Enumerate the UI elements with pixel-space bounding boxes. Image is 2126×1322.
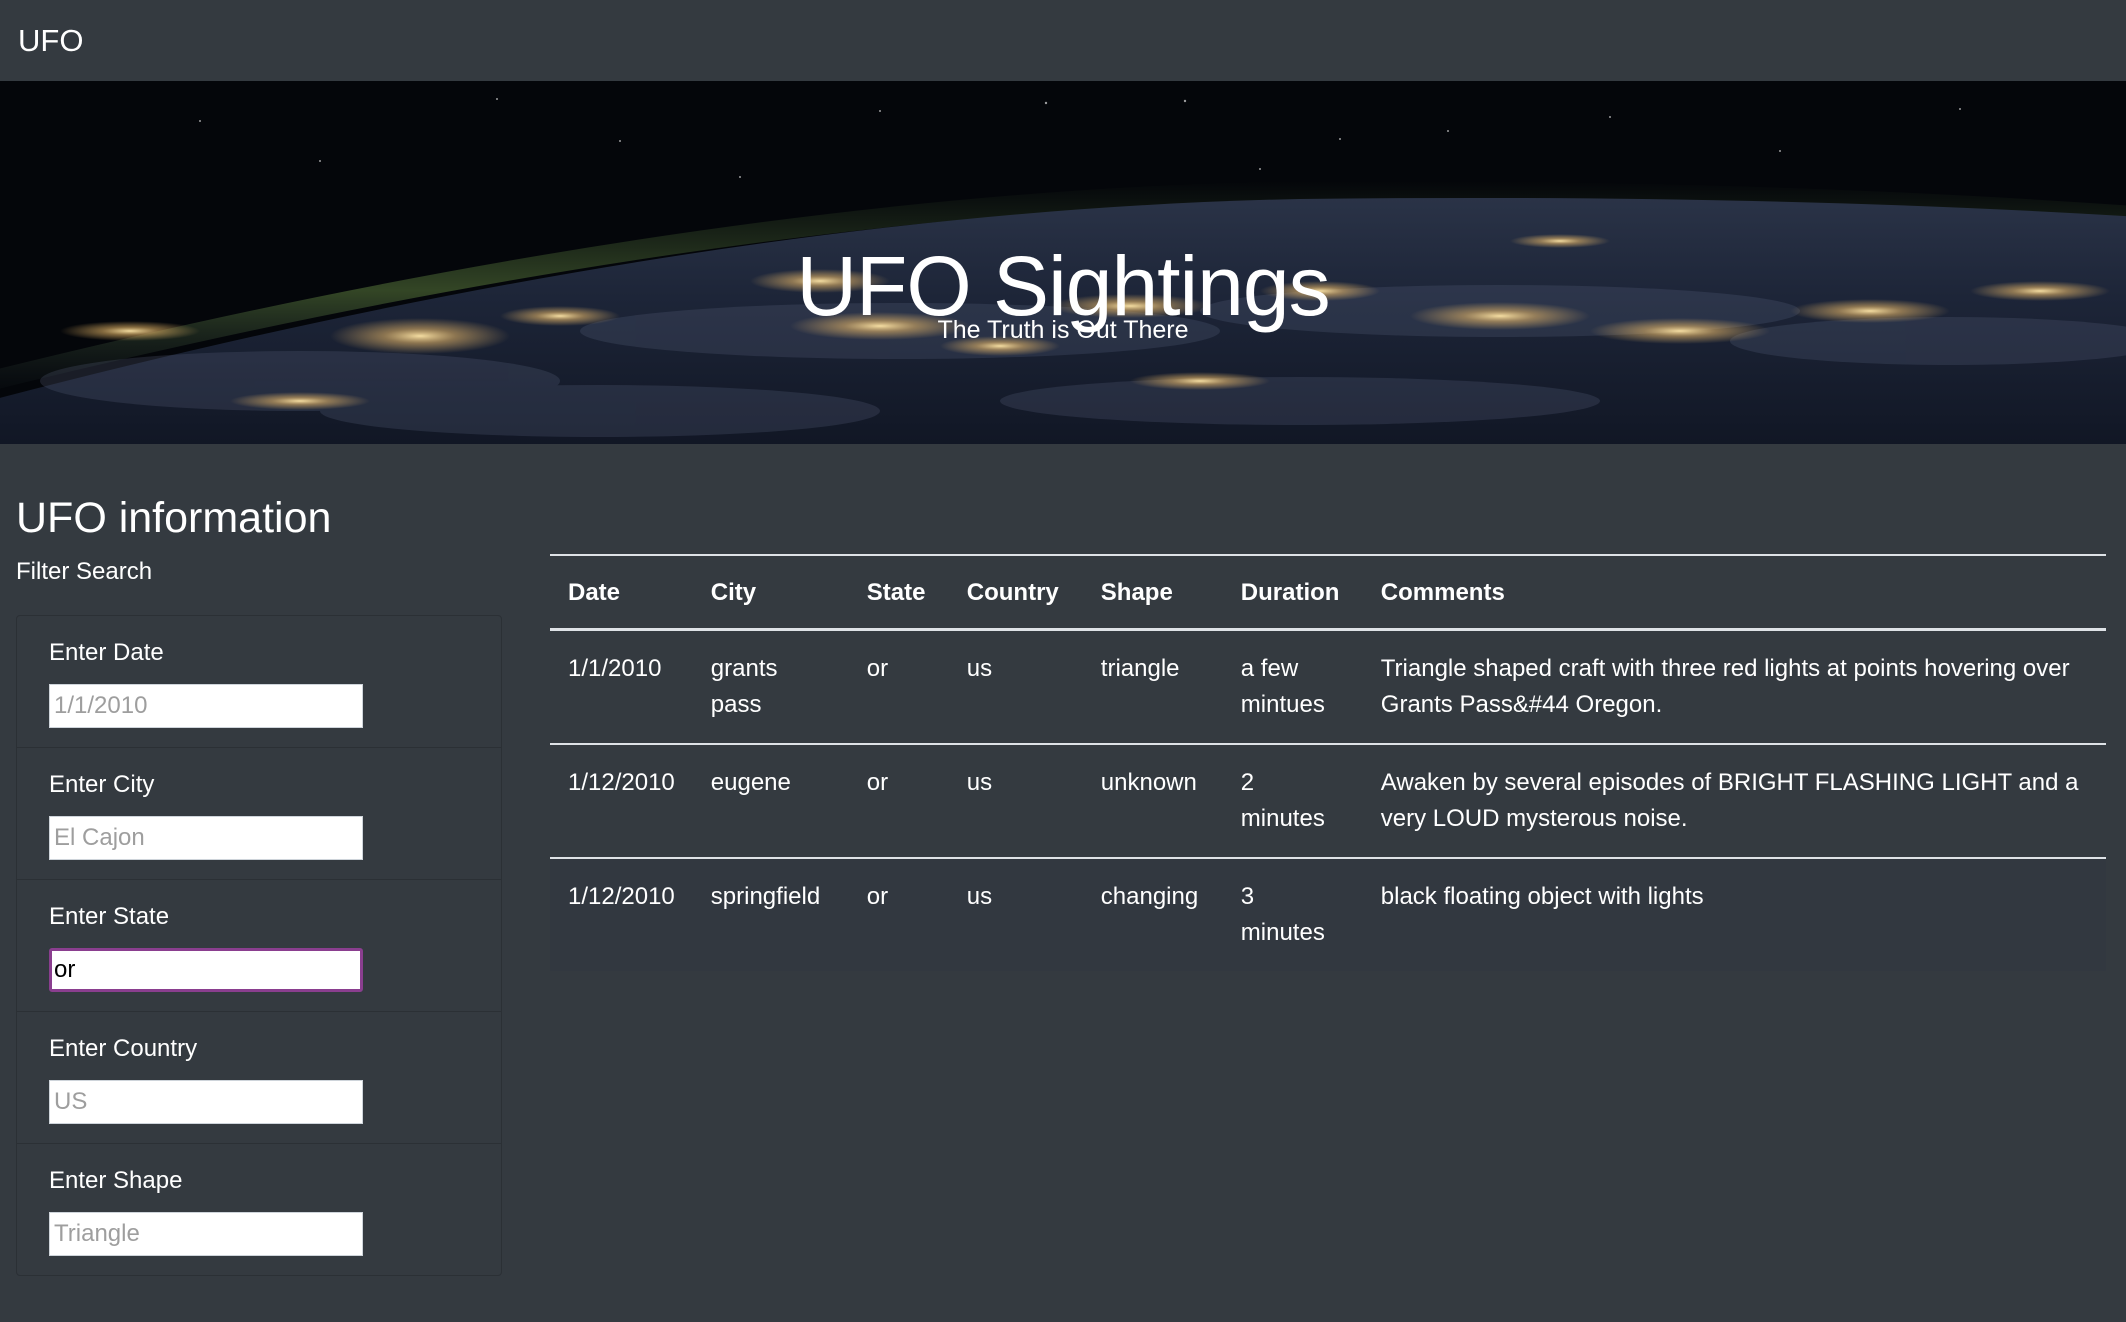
cell-country: us (966, 769, 993, 796)
cell-city: eugene (710, 769, 791, 796)
filter-search-label: Filter Search (16, 558, 153, 585)
cell-country: us (966, 655, 993, 682)
ufo-table: Date City State Country Shape Duration C… (550, 554, 2106, 971)
cell-date: 1/12/2010 (568, 883, 675, 910)
header-date: Date (568, 579, 621, 606)
state-input[interactable] (49, 948, 363, 992)
cell-state: or (866, 883, 889, 910)
cell-shape: triangle (1100, 655, 1180, 682)
state-label: Enter State (49, 903, 170, 930)
cell-state: or (866, 769, 889, 796)
cell-comments: Triangle shaped craft with three red lig… (1380, 655, 2070, 718)
cell-city: grants pass (710, 655, 778, 718)
shape-label: Enter Shape (49, 1167, 183, 1194)
results-table-container: Date City State Country Shape Duration C… (550, 554, 2106, 971)
cell-date: 1/12/2010 (568, 769, 675, 796)
date-label: Enter Date (49, 639, 164, 666)
section-heading: UFO information (16, 494, 332, 542)
country-label: Enter Country (49, 1035, 198, 1062)
cell-shape: unknown (1100, 769, 1197, 796)
cell-comments: black floating object with lights (1380, 883, 1704, 910)
city-input[interactable] (49, 816, 363, 860)
header-shape: Shape (1100, 579, 1173, 606)
header-city: City (710, 579, 757, 606)
navbar: UFO (0, 0, 2126, 82)
cell-duration: a few mintues (1240, 655, 1325, 718)
header-duration: Duration (1240, 579, 1340, 606)
table-row: 1/1/2010 grants pass or us triangle a fe… (550, 629, 2106, 744)
cell-state: or (866, 655, 889, 682)
cell-duration: 2 minutes (1240, 769, 1325, 832)
table-row: 1/12/2010 eugene or us unknown 2 minutes… (550, 744, 2106, 858)
country-input[interactable] (49, 1080, 363, 1124)
header-state: State (866, 579, 926, 606)
header-country: Country (966, 579, 1059, 606)
filter-item-date: Enter Date (17, 616, 501, 748)
filter-item-city: Enter City (17, 748, 501, 880)
cell-country: us (966, 883, 993, 910)
date-input[interactable] (49, 684, 363, 728)
city-label: Enter City (49, 771, 155, 798)
filter-item-country: Enter Country (17, 1012, 501, 1144)
cell-city: springfield (710, 883, 821, 910)
shape-input[interactable] (49, 1212, 363, 1256)
brand-link[interactable]: UFO (18, 22, 83, 60)
hero-banner: UFO Sightings The Truth is Out There (0, 81, 2126, 444)
table-row: 1/12/2010 springfield or us changing 3 m… (550, 858, 2106, 971)
cell-shape: changing (1100, 883, 1199, 910)
table-header-row: Date City State Country Shape Duration C… (550, 555, 2106, 630)
hero-subtitle: The Truth is Out There (937, 316, 1189, 344)
filter-item-shape: Enter Shape (17, 1144, 501, 1276)
cell-comments: Awaken by several episodes of BRIGHT FLA… (1380, 769, 2079, 832)
cell-duration: 3 minutes (1240, 883, 1325, 946)
cell-date: 1/1/2010 (568, 655, 662, 682)
header-comments: Comments (1380, 579, 1505, 606)
filter-list: Enter Date Enter City Enter State Enter … (16, 615, 502, 1276)
filter-item-state: Enter State (17, 880, 501, 1012)
